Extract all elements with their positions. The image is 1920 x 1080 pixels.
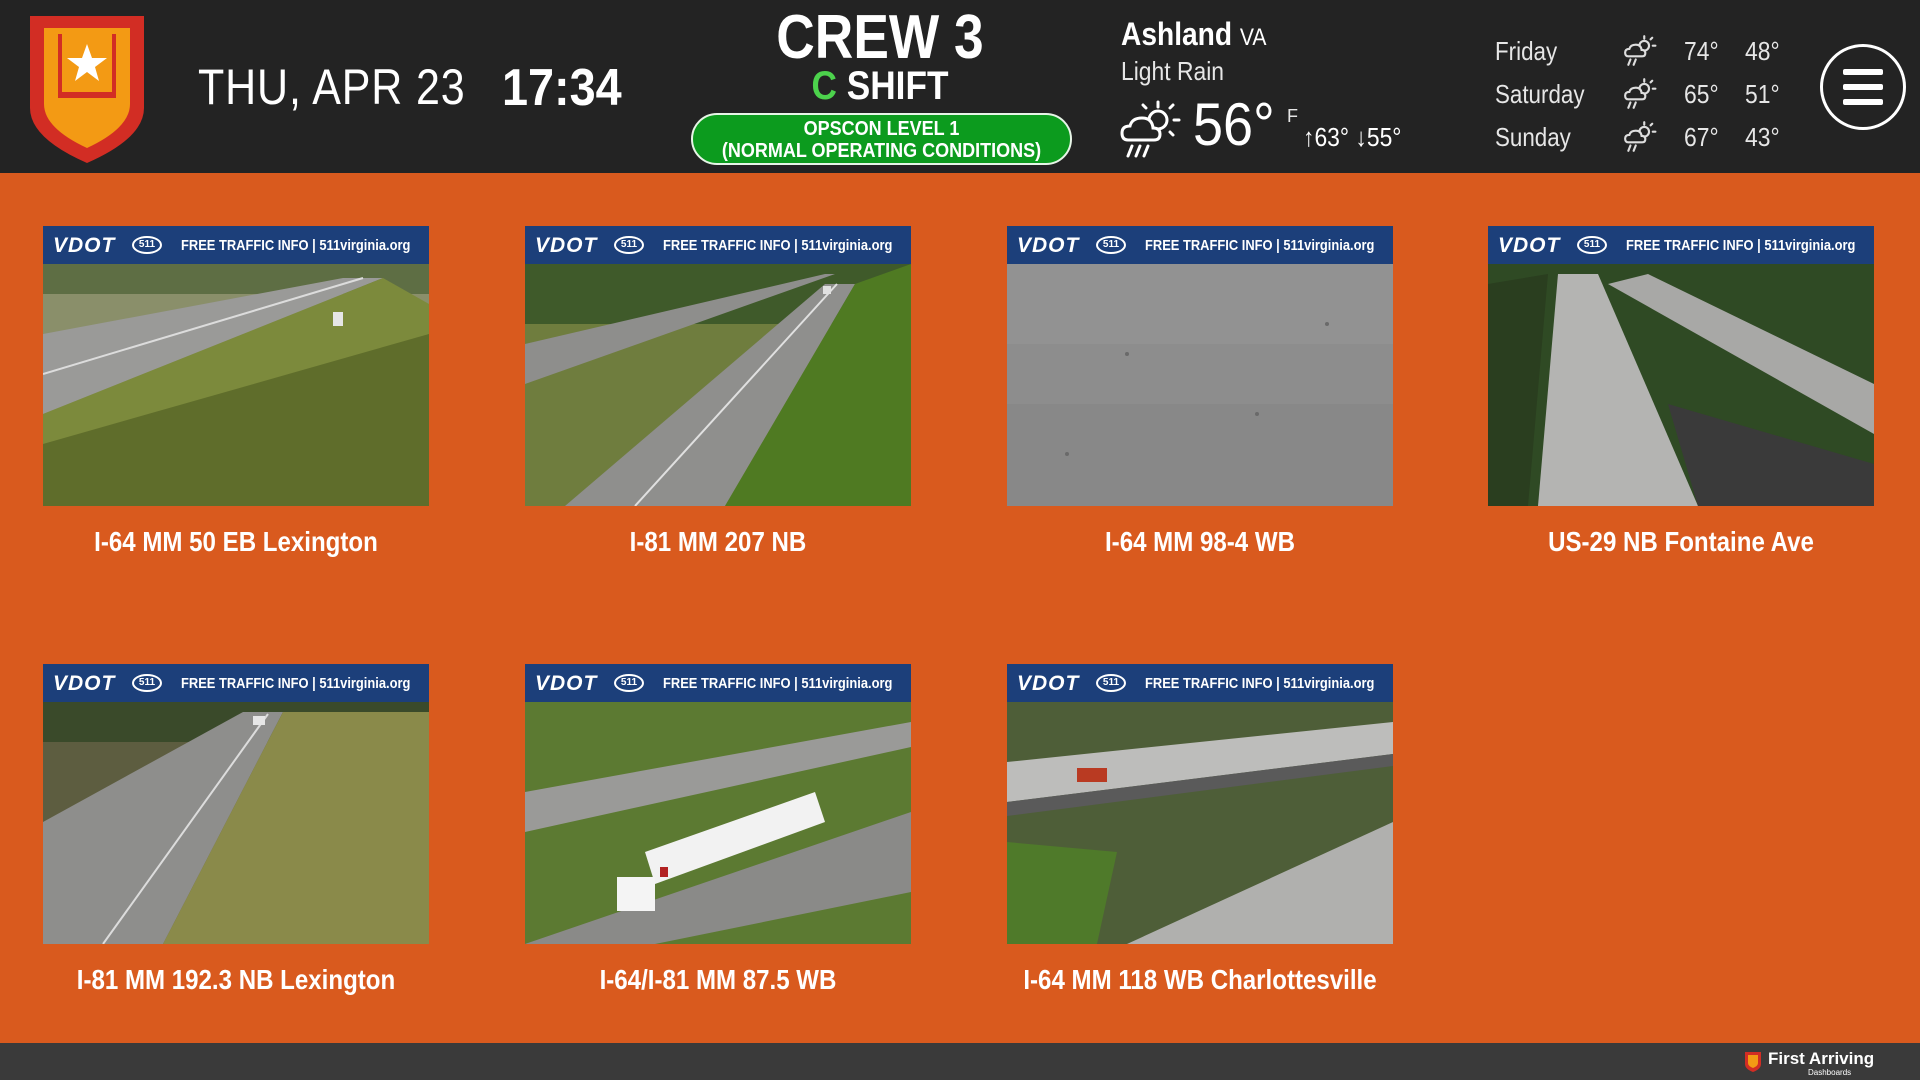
forecast-high: 67° [1684, 122, 1719, 152]
camera-banner: VDOT 511 FREE TRAFFIC INFO | 511virginia… [525, 226, 911, 264]
banner-text: FREE TRAFFIC INFO | 511virginia.org [663, 675, 893, 692]
511-badge: 511 [614, 674, 644, 692]
forecast-row: Sunday 67° 43° [1495, 118, 1795, 161]
vdot-logo: VDOT [1017, 234, 1080, 257]
camera-label: I-64/I-81 MM 87.5 WB [599, 964, 837, 995]
weather-state: VA [1239, 24, 1267, 51]
vdot-logo: VDOT [1017, 672, 1080, 695]
current-time: 17:34 [502, 59, 622, 117]
forecast-low: 43° [1745, 122, 1780, 152]
banner-text: FREE TRAFFIC INFO | 511virginia.org [663, 237, 893, 254]
camera-label: US-29 NB Fontaine Ave [1548, 526, 1814, 557]
rain-sun-icon [1120, 100, 1181, 158]
forecast-list: Friday 74° 48° Saturday 65° 51° Sunday 6… [1495, 32, 1795, 161]
forecast-low: 48° [1745, 36, 1780, 66]
camera-label: I-64 MM 98-4 WB [1104, 526, 1296, 557]
camera-snapshot-image [1007, 264, 1393, 506]
rain-sun-icon [1624, 78, 1657, 109]
511-badge: 511 [132, 236, 162, 254]
camera-banner: VDOT 511 FREE TRAFFIC INFO | 511virginia… [1007, 664, 1393, 702]
weather-city: Ashland [1121, 16, 1233, 52]
banner-text: FREE TRAFFIC INFO | 511virginia.org [1145, 675, 1375, 692]
camera-feed[interactable]: VDOT 511 FREE TRAFFIC INFO | 511virginia… [1007, 664, 1393, 944]
camera-banner: VDOT 511 FREE TRAFFIC INFO | 511virginia… [43, 226, 429, 264]
top-bar: THU, APR 23 17:34 CREW 3 C SHIFT OPSCON … [0, 0, 1920, 173]
banner-text: FREE TRAFFIC INFO | 511virginia.org [1145, 237, 1375, 254]
rain-sun-icon [1624, 35, 1657, 66]
footer-brand: First Arriving [1768, 1049, 1875, 1068]
camera-snapshot-image [1488, 264, 1874, 506]
hamburger-icon [1843, 69, 1883, 75]
department-badge-logo [30, 16, 144, 163]
vdot-logo: VDOT [53, 234, 116, 257]
camera-banner: VDOT 511 FREE TRAFFIC INFO | 511virginia… [1007, 226, 1393, 264]
forecast-high: 74° [1684, 36, 1719, 66]
forecast-low: 51° [1745, 79, 1780, 109]
camera-banner: VDOT 511 FREE TRAFFIC INFO | 511virginia… [43, 664, 429, 702]
banner-text: FREE TRAFFIC INFO | 511virginia.org [181, 237, 411, 254]
today-high: 63° [1314, 122, 1350, 152]
today-low: 55° [1366, 122, 1402, 152]
camera-label: I-64 MM 50 EB Lexington [94, 526, 378, 557]
511-badge: 511 [1096, 674, 1126, 692]
camera-label: I-64 MM 118 WB Charlottesville [1023, 964, 1377, 995]
weather-location: Ashland VA [1121, 16, 1267, 53]
forecast-row: Friday 74° 48° [1495, 32, 1795, 75]
opscon-level: OPSCON LEVEL 1 [803, 118, 960, 140]
first-arriving-logo: First Arriving Dashboards [1744, 1048, 1904, 1078]
vdot-logo: VDOT [53, 672, 116, 695]
forecast-day: Friday [1495, 36, 1558, 66]
forecast-day: Sunday [1495, 122, 1571, 152]
camera-snapshot-image [525, 702, 911, 944]
camera-feed[interactable]: VDOT 511 FREE TRAFFIC INFO | 511virginia… [525, 226, 911, 506]
camera-feed[interactable]: VDOT 511 FREE TRAFFIC INFO | 511virginia… [525, 664, 911, 944]
rain-sun-icon [1624, 121, 1657, 152]
banner-text: FREE TRAFFIC INFO | 511virginia.org [181, 675, 411, 692]
511-badge: 511 [132, 674, 162, 692]
opscon-status-badge: OPSCON LEVEL 1 (NORMAL OPERATING CONDITI… [691, 113, 1072, 165]
shift-word: SHIFT [846, 64, 949, 108]
camera-snapshot-image [43, 702, 429, 944]
banner-text: FREE TRAFFIC INFO | 511virginia.org [1626, 237, 1856, 254]
511-badge: 511 [1577, 236, 1607, 254]
camera-label: I-81 MM 207 NB [629, 526, 807, 557]
vdot-logo: VDOT [535, 672, 598, 695]
shift-indicator: C SHIFT [713, 64, 1047, 109]
camera-snapshot-image [1007, 702, 1393, 944]
camera-feed[interactable]: VDOT 511 FREE TRAFFIC INFO | 511virginia… [43, 664, 429, 944]
511-badge: 511 [614, 236, 644, 254]
shield-icon [1745, 1052, 1761, 1072]
camera-snapshot-image [43, 264, 429, 506]
opscon-description: (NORMAL OPERATING CONDITIONS) [721, 140, 1042, 162]
camera-label: I-81 MM 192.3 NB Lexington [76, 964, 396, 995]
arrow-down-icon: ↓ [1355, 122, 1367, 152]
camera-feed[interactable]: VDOT 511 FREE TRAFFIC INFO | 511virginia… [1007, 226, 1393, 506]
forecast-row: Saturday 65° 51° [1495, 75, 1795, 118]
footer-subtitle: Dashboards [1808, 1068, 1852, 1077]
shift-letter: C [811, 64, 837, 108]
crew-title: CREW 3 [776, 3, 984, 72]
camera-feed[interactable]: VDOT 511 FREE TRAFFIC INFO | 511virginia… [43, 226, 429, 506]
camera-feed[interactable]: VDOT 511 FREE TRAFFIC INFO | 511virginia… [1488, 226, 1874, 506]
current-date: THU, APR 23 [198, 59, 466, 115]
camera-snapshot-image [525, 264, 911, 506]
511-badge: 511 [1096, 236, 1126, 254]
today-high-low: ↑63° ↓55° [1303, 122, 1401, 153]
weather-condition: Light Rain [1121, 56, 1225, 86]
menu-button[interactable] [1820, 44, 1906, 130]
footer-bar: First Arriving Dashboards [0, 1043, 1920, 1080]
current-temperature: 56° [1193, 91, 1275, 158]
camera-banner: VDOT 511 FREE TRAFFIC INFO | 511virginia… [525, 664, 911, 702]
forecast-day: Saturday [1495, 79, 1585, 109]
vdot-logo: VDOT [1498, 234, 1561, 257]
forecast-high: 65° [1684, 79, 1719, 109]
vdot-logo: VDOT [535, 234, 598, 257]
arrow-up-icon: ↑ [1303, 122, 1315, 152]
camera-banner: VDOT 511 FREE TRAFFIC INFO | 511virginia… [1488, 226, 1874, 264]
temperature-unit: F [1287, 106, 1298, 126]
